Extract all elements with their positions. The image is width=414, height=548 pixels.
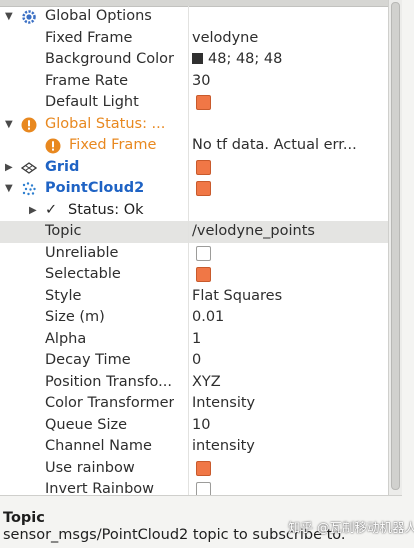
tree-row-global-options[interactable]: ▼ Global Options	[0, 6, 388, 28]
status-fixed-frame-label: Fixed Frame	[69, 137, 157, 153]
global-status-label: Global Status: ...	[45, 115, 166, 132]
tree-row-position-transformer[interactable]: Position Transfo... XYZ	[0, 372, 388, 394]
status-ok-label: Status: Ok	[68, 201, 144, 218]
prop-name: Frame Rate	[45, 72, 129, 89]
grid-icon	[21, 161, 37, 174]
prop-name: Fixed Frame	[45, 29, 133, 46]
collapse-arrow-icon[interactable]: ▶	[29, 200, 37, 222]
grid-enabled-checkbox[interactable]	[196, 159, 211, 175]
tree-row-invert-rainbow[interactable]: Invert Rainbow	[0, 479, 388, 495]
prop-value[interactable]: intensity	[192, 436, 382, 458]
prop-name: Position Transfo...	[45, 373, 172, 390]
grid-label: Grid	[45, 158, 80, 175]
global-options-label: Global Options	[45, 8, 152, 24]
tree-row-status-ok[interactable]: ▶ ✓ Status: Ok	[0, 200, 388, 222]
prop-name: Default Light	[45, 94, 139, 110]
prop-name: Topic	[45, 223, 82, 239]
status-message: No tf data. Actual err...	[192, 137, 357, 153]
warning-icon	[21, 117, 37, 132]
prop-name: Channel Name	[45, 438, 152, 454]
check-icon: ✓	[45, 201, 58, 218]
display-tree[interactable]: ▼ Global Options Fixed Frame velodyne Ba…	[0, 0, 388, 495]
prop-value[interactable]: XYZ	[192, 372, 382, 394]
collapse-arrow-icon[interactable]: ▶	[5, 157, 13, 179]
prop-name: Decay Time	[45, 352, 131, 368]
prop-name: Selectable	[45, 266, 121, 282]
tree-row-grid[interactable]: ▶ Grid	[0, 157, 388, 179]
pointcloud2-enabled-checkbox[interactable]	[196, 181, 211, 196]
scrollbar-thumb[interactable]	[391, 2, 400, 490]
invert-rainbow-checkbox[interactable]	[196, 482, 211, 495]
tree-row-background-color[interactable]: Background Color 48; 48; 48	[0, 49, 388, 71]
prop-name: Color Transformer	[45, 395, 175, 411]
warning-icon	[45, 138, 61, 154]
prop-value[interactable]: 0.01	[192, 307, 382, 329]
tree-row-topic[interactable]: Topic /velodyne_points	[0, 221, 388, 243]
prop-name: Queue Size	[45, 416, 128, 433]
help-title: Topic	[3, 510, 45, 526]
prop-value-color[interactable]: 48; 48; 48	[192, 49, 382, 71]
expand-arrow-icon[interactable]: ▼	[5, 114, 13, 136]
use-rainbow-checkbox[interactable]	[196, 460, 211, 476]
default-light-checkbox[interactable]	[196, 95, 211, 110]
prop-value[interactable]: 0	[192, 350, 382, 372]
watermark: 知乎 @瓦制移动机器人	[288, 520, 414, 535]
unreliable-checkbox[interactable]	[196, 245, 211, 261]
prop-name: Size (m)	[45, 309, 105, 325]
tree-row-alpha[interactable]: Alpha 1	[0, 329, 388, 351]
selectable-checkbox[interactable]	[196, 267, 211, 282]
tree-row-decay-time[interactable]: Decay Time 0	[0, 350, 388, 372]
prop-name: Invert Rainbow	[45, 481, 155, 495]
point-cloud-icon	[22, 182, 36, 196]
prop-name: Use rainbow	[45, 459, 135, 476]
prop-name: Background Color	[45, 51, 174, 67]
tree-row-channel-name[interactable]: Channel Name intensity	[0, 436, 388, 458]
tree-row-size[interactable]: Size (m) 0.01	[0, 307, 388, 329]
prop-name: Style	[45, 287, 82, 304]
expand-arrow-icon[interactable]: ▼	[5, 178, 13, 200]
tree-row-fixed-frame[interactable]: Fixed Frame velodyne	[0, 28, 388, 50]
tree-row-selectable[interactable]: Selectable	[0, 264, 388, 286]
tree-row-unreliable[interactable]: Unreliable	[0, 243, 388, 265]
gear-icon	[22, 10, 36, 24]
prop-value[interactable]: 30	[192, 71, 382, 93]
tree-row-pointcloud2[interactable]: ▼ PointCloud2	[0, 178, 388, 200]
prop-value[interactable]: 10	[192, 415, 382, 437]
prop-value[interactable]: /velodyne_points	[192, 221, 382, 243]
color-value: 48; 48; 48	[208, 51, 283, 67]
tree-row-queue-size[interactable]: Queue Size 10	[0, 415, 388, 437]
pointcloud2-label: PointCloud2	[45, 180, 145, 196]
prop-value[interactable]: Flat Squares	[192, 286, 382, 308]
tree-row-default-light[interactable]: Default Light	[0, 92, 388, 114]
prop-name: Alpha	[45, 330, 87, 347]
prop-value[interactable]: velodyne	[192, 28, 382, 50]
color-swatch[interactable]	[192, 53, 203, 64]
tree-scrollbar[interactable]	[388, 0, 402, 495]
tree-row-global-status[interactable]: ▼ Global Status: ...	[0, 114, 388, 136]
tree-row-status-fixed-frame[interactable]: Fixed Frame No tf data. Actual err...	[0, 135, 388, 157]
column-divider[interactable]	[188, 6, 189, 495]
prop-value[interactable]: Intensity	[192, 393, 382, 415]
prop-name: Unreliable	[45, 244, 119, 261]
panel-edge	[402, 0, 414, 548]
tree-row-frame-rate[interactable]: Frame Rate 30	[0, 71, 388, 93]
tree-row-color-transformer[interactable]: Color Transformer Intensity	[0, 393, 388, 415]
tree-row-style[interactable]: Style Flat Squares	[0, 286, 388, 308]
expand-arrow-icon[interactable]: ▼	[5, 6, 13, 28]
tree-row-use-rainbow[interactable]: Use rainbow	[0, 458, 388, 480]
prop-value[interactable]: 1	[192, 329, 382, 351]
